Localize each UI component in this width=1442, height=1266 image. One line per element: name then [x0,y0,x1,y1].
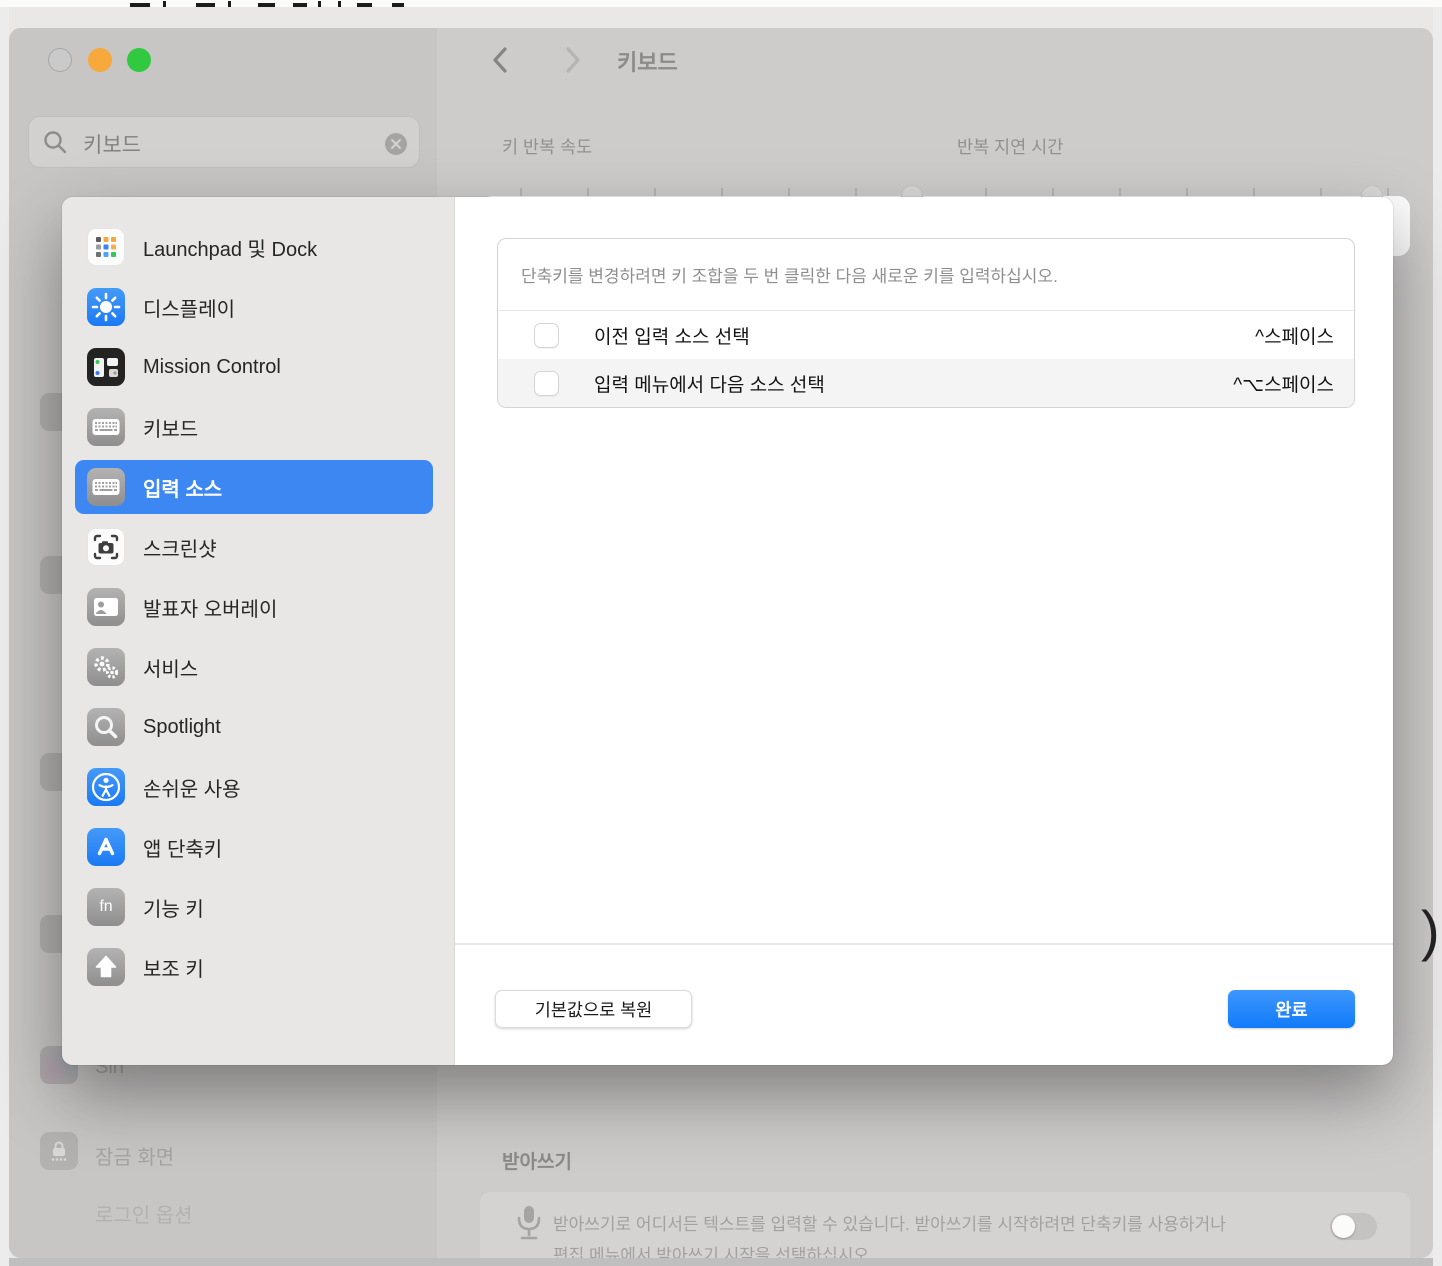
sidebar-item-presenter-overlay[interactable]: 발표자 오버레이 [75,580,433,634]
sidebar-item-label: Launchpad 및 Dock [143,233,317,262]
sidebar-item-label: 기능 키 [143,893,204,922]
forward-icon[interactable] [557,44,587,76]
footer-divider [455,943,1393,945]
sidebar-item-label: 스크린샷 [143,533,217,562]
sidebar-item-input-sources[interactable]: 입력 소스 [75,460,433,514]
keyboard-icon [87,408,125,446]
close-button[interactable] [48,48,72,72]
zoom-button[interactable] [127,48,151,72]
sidebar-item-launchpad-dock[interactable]: Launchpad 및 Dock [75,220,433,274]
page-title: 키보드 [617,45,678,77]
shortcut-label: 입력 메뉴에서 다음 소스 선택 [594,370,825,397]
shortcut-row[interactable]: 이전 입력 소스 선택 ^스페이스 [498,311,1354,359]
fn-icon-text: fn [99,898,112,916]
mission-control-icon [87,348,125,386]
app-shortcuts-icon [87,828,125,866]
accessibility-icon [87,768,125,806]
input-sources-icon [87,468,125,506]
dictation-description-line1: 받아쓰기로 어디서든 텍스트를 입력할 수 있습니다. 받아쓰기를 시작하려면 … [553,1210,1226,1235]
sidebar-item-mission-control[interactable]: Mission Control [75,340,433,394]
lock-screen-icon [40,1132,78,1170]
launchpad-icon [87,228,125,266]
sidebar-item-label: Mission Control [143,356,281,379]
microphone-icon [512,1204,546,1244]
sidebar-item-label: 앱 단축키 [143,833,222,862]
clipped-background-text [0,0,1442,7]
shortcut-checkbox[interactable] [534,323,559,348]
sidebar-item-display[interactable]: 디스플레이 [75,280,433,334]
shortcuts-table: 단축키를 변경하려면 키 조합을 두 번 클릭한 다음 새로운 키를 입력하십시… [497,238,1355,408]
sidebar-item-login-options[interactable]: 로그인 옵션 [95,1199,193,1228]
sidebar-item-screenshots[interactable]: 스크린샷 [75,520,433,574]
sidebar-item-label: 입력 소스 [143,473,222,502]
sidebar-item-label: 발표자 오버레이 [143,593,277,622]
sidebar-item-label: 보조 키 [143,953,204,982]
dictation-toggle[interactable] [1330,1213,1377,1240]
sidebar-item-modifier-keys[interactable]: 보조 키 [75,940,433,994]
desktop-right-strip [1433,7,1442,1266]
done-button[interactable]: 완료 [1228,990,1355,1028]
modifier-keys-icon [87,948,125,986]
sidebar-item-services[interactable]: 서비스 [75,640,433,694]
sidebar-item-label: 손쉬운 사용 [143,773,241,802]
sidebar-item-label: 서비스 [143,653,198,682]
sidebar-item-label: Spotlight [143,716,221,739]
desktop-left-strip [0,7,9,1266]
shortcut-keys[interactable]: ^⌥스페이스 [1233,370,1334,397]
function-keys-icon: fn [87,888,125,926]
shortcut-checkbox[interactable] [534,371,559,396]
key-repeat-speed-label: 키 반복 속도 [502,134,592,159]
shortcut-row[interactable]: 입력 메뉴에서 다음 소스 선택 ^⌥스페이스 [498,359,1354,407]
minimize-button[interactable] [88,48,112,72]
desktop-bottom-strip [9,1258,1433,1266]
clipped-background-glyph: ) [1421,903,1440,959]
restore-defaults-button[interactable]: 기본값으로 복원 [495,990,692,1028]
shortcut-keys[interactable]: ^스페이스 [1255,322,1334,349]
sidebar-item-label: 디스플레이 [143,293,235,322]
sidebar-item-lock-screen[interactable]: 잠금 화면 [95,1141,174,1170]
sidebar-item-label: 키보드 [143,413,198,442]
shortcut-label: 이전 입력 소스 선택 [594,322,750,349]
back-icon[interactable] [486,44,516,76]
sidebar-item-function-keys[interactable]: fn 기능 키 [75,880,433,934]
sidebar-item-accessibility[interactable]: 손쉬운 사용 [75,760,433,814]
presenter-overlay-icon [87,588,125,626]
instruction-row: 단축키를 변경하려면 키 조합을 두 번 클릭한 다음 새로운 키를 입력하십시… [498,239,1354,311]
instruction-text: 단축키를 변경하려면 키 조합을 두 번 클릭한 다음 새로운 키를 입력하십시… [521,262,1058,287]
search-icon [42,129,70,157]
search-value: 키보드 [83,129,141,159]
services-icon [87,648,125,686]
sidebar-item-app-shortcuts[interactable]: 앱 단축키 [75,820,433,874]
dictation-section-title: 받아쓰기 [502,1147,572,1174]
keyboard-shortcuts-dialog: Launchpad 및 Dock 디스플레이 [62,197,1393,1065]
clear-search-icon[interactable] [385,133,407,155]
sidebar-item-keyboard[interactable]: 키보드 [75,400,433,454]
repeat-delay-label: 반복 지연 시간 [957,134,1063,159]
screenshot-icon [87,528,125,566]
dictation-description-line2: 편집 메뉴에서 받아쓰기 시작을 선택하십시오. [553,1241,874,1258]
spotlight-icon [87,708,125,746]
sidebar-item-spotlight[interactable]: Spotlight [75,700,433,754]
display-icon [87,288,125,326]
